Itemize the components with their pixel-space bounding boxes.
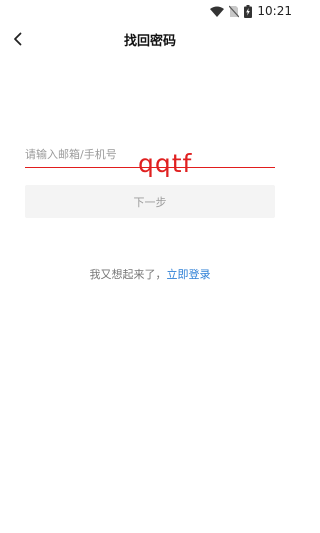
login-prompt: 我又想起来了，立即登录 <box>0 266 300 282</box>
login-link[interactable]: 立即登录 <box>167 268 211 281</box>
no-sim-icon <box>229 5 240 18</box>
field-underline <box>25 167 275 168</box>
account-field <box>25 143 275 168</box>
next-step-button[interactable]: 下一步 <box>25 185 275 218</box>
account-input[interactable] <box>25 143 275 165</box>
status-time: 10:21 <box>257 4 292 18</box>
page-title: 找回密码 <box>123 34 176 49</box>
wifi-icon <box>210 6 225 17</box>
nav-bar: 找回密码 <box>0 22 300 56</box>
status-bar: 10:21 <box>0 0 300 22</box>
battery-charging-icon <box>244 4 253 18</box>
status-icons: 10:21 <box>210 3 292 19</box>
login-prompt-text: 我又想起来了， <box>89 268 167 281</box>
